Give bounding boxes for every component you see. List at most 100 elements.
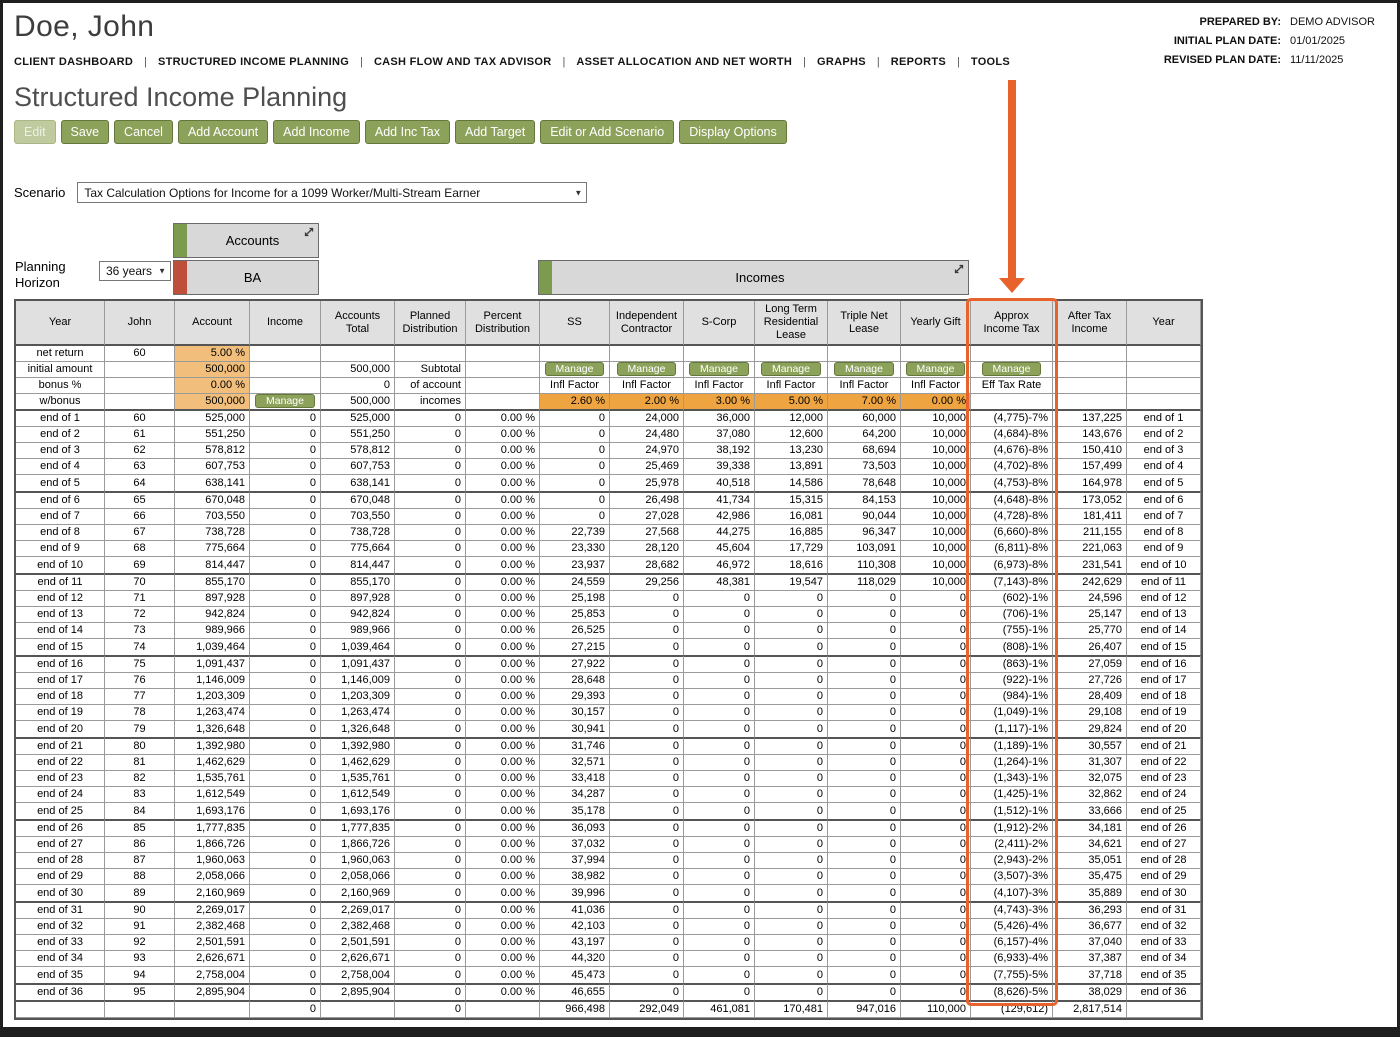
cell-yearly-gift: 10,000 <box>901 573 971 591</box>
cell-long-term-residential-lease: 0 <box>755 901 828 919</box>
manage-ss-button[interactable]: Manage <box>545 362 605 376</box>
infl-factor-long-term-residential-lease-cell[interactable]: 5.00 % <box>755 394 828 411</box>
cell-planned-distribution: 0 <box>395 475 466 491</box>
cell-yearly-gift: 0 <box>901 853 971 869</box>
infl-factor-independent-contractor-cell[interactable]: 2.00 % <box>610 394 684 411</box>
cell-income: 0 <box>250 411 321 427</box>
cell-after-tax-income: 27,059 <box>1053 655 1127 673</box>
cell-year: end of 5 <box>16 475 105 491</box>
manage-income-button[interactable]: Manage <box>255 394 315 408</box>
cancel-button[interactable]: Cancel <box>114 120 173 144</box>
display-options-button[interactable]: Display Options <box>679 120 787 144</box>
cell-account: 2,758,004 <box>175 967 250 983</box>
cell-year: end of 26 <box>16 819 105 837</box>
cell-percent-distribution: 0.00 % <box>466 475 540 491</box>
manage-triple-net-lease-button[interactable]: Manage <box>834 362 894 376</box>
cell-after-tax-income: 25,147 <box>1053 607 1127 623</box>
cell-percent-distribution: 0.00 % <box>466 837 540 853</box>
expand-icon[interactable] <box>953 263 965 275</box>
initial-amount-cell[interactable]: 500,000 <box>175 362 250 378</box>
cell-yearly-gift: 10,000 <box>901 459 971 475</box>
col-percent-distribution: Percent Distribution <box>466 301 540 346</box>
planning-horizon-select[interactable]: 36 years ▼ <box>99 261 171 281</box>
cell-percent-distribution <box>466 1000 540 1018</box>
expand-icon[interactable] <box>303 226 315 238</box>
add-income-button[interactable]: Add Income <box>273 120 360 144</box>
cell-independent-contractor: 27,568 <box>610 525 684 541</box>
cell-income: 0 <box>250 509 321 525</box>
cell-ss: 966,498 <box>540 1000 610 1018</box>
table-row: end of 18771,203,30901,203,30900.00 %29,… <box>16 689 1201 705</box>
cell-long-term-residential-lease: 16,081 <box>755 509 828 525</box>
scenario-select[interactable]: Tax Calculation Options for Income for a… <box>77 182 587 203</box>
nav-item-client-dashboard[interactable]: CLIENT DASHBOARD <box>14 56 133 68</box>
cell-year-right: end of 26 <box>1127 819 1201 837</box>
add-account-button[interactable]: Add Account <box>178 120 268 144</box>
cell-year: end of 2 <box>16 427 105 443</box>
cell-year-right: end of 34 <box>1127 951 1201 967</box>
cell-year: end of 6 <box>16 491 105 509</box>
cell-s-corp: 0 <box>684 639 755 655</box>
cell: Manage <box>971 362 1053 378</box>
bonus-rate-cell[interactable]: 0.00 % <box>175 378 250 394</box>
save-button[interactable]: Save <box>61 120 110 144</box>
nav-item-tools[interactable]: TOOLS <box>971 56 1010 68</box>
infl-factor-s-corp-cell[interactable]: 3.00 % <box>684 394 755 411</box>
cell-income: 0 <box>250 427 321 443</box>
cell-year: end of 3 <box>16 443 105 459</box>
manage-independent-contractor-button[interactable]: Manage <box>617 362 677 376</box>
cell-accounts-total: 1,960,063 <box>321 853 395 869</box>
add-target-button[interactable]: Add Target <box>455 120 535 144</box>
infl-factor-ss-cell[interactable]: 2.60 % <box>540 394 610 411</box>
nav-item-cash-flow-and-tax-advisor[interactable]: CASH FLOW AND TAX ADVISOR <box>374 56 552 68</box>
cell-year: end of 31 <box>16 901 105 919</box>
scenario-row: Scenario Tax Calculation Options for Inc… <box>14 182 1385 203</box>
cell-account: 2,501,591 <box>175 935 250 951</box>
cell <box>105 394 175 411</box>
nav-item-structured-income-planning[interactable]: STRUCTURED INCOME PLANNING <box>158 56 349 68</box>
infl-factor-triple-net-lease-cell[interactable]: 7.00 % <box>828 394 901 411</box>
cell-independent-contractor: 0 <box>610 639 684 655</box>
manage-s-corp-button[interactable]: Manage <box>689 362 749 376</box>
cell-accounts-total <box>321 1000 395 1018</box>
cell-year: end of 33 <box>16 935 105 951</box>
cell-year: end of 24 <box>16 787 105 803</box>
cell-triple-net-lease: 0 <box>828 803 901 819</box>
cell-account: 897,928 <box>175 591 250 607</box>
manage-approx-income-tax-button[interactable]: Manage <box>982 362 1042 376</box>
cell-john: 90 <box>105 901 175 919</box>
cell-after-tax-income: 27,726 <box>1053 673 1127 689</box>
cell-yearly-gift: 0 <box>901 837 971 853</box>
accounts-group-header: Accounts <box>173 223 319 258</box>
nav-item-graphs[interactable]: GRAPHS <box>817 56 866 68</box>
table-row: end of 17761,146,00901,146,00900.00 %28,… <box>16 673 1201 689</box>
cell-triple-net-lease: 103,091 <box>828 541 901 557</box>
table-row: end of 23821,535,76101,535,76100.00 %33,… <box>16 771 1201 787</box>
table-row: end of 16751,091,43701,091,43700.00 %27,… <box>16 655 1201 673</box>
cell-planned-distribution: 0 <box>395 1000 466 1018</box>
edit-or-add-scenario-button[interactable]: Edit or Add Scenario <box>540 120 674 144</box>
nav-item-reports[interactable]: REPORTS <box>891 56 946 68</box>
add-inc-tax-button[interactable]: Add Inc Tax <box>365 120 450 144</box>
manage-yearly-gift-button[interactable]: Manage <box>906 362 966 376</box>
infl-factor-yearly-gift-cell[interactable]: 0.00 % <box>901 394 971 411</box>
cell-yearly-gift: 0 <box>901 901 971 919</box>
cell-year: end of 20 <box>16 721 105 737</box>
manage-long-term-residential-lease-button[interactable]: Manage <box>761 362 821 376</box>
cell: Manage <box>901 362 971 378</box>
cell-triple-net-lease: 0 <box>828 967 901 983</box>
cell-triple-net-lease: 0 <box>828 951 901 967</box>
cell-independent-contractor: 0 <box>610 919 684 935</box>
cell-income: 0 <box>250 919 321 935</box>
edit-button[interactable]: Edit <box>14 120 56 144</box>
nav-item-asset-allocation-and-net-worth[interactable]: ASSET ALLOCATION AND NET WORTH <box>576 56 792 68</box>
cell-long-term-residential-lease: 12,600 <box>755 427 828 443</box>
cell-long-term-residential-lease: 15,315 <box>755 491 828 509</box>
wbonus-amount-cell[interactable]: 500,000 <box>175 394 250 411</box>
setup-row-bonus: bonus % 0.00 % 0 of account Infl Factor … <box>16 378 1201 394</box>
cell-john: 63 <box>105 459 175 475</box>
cell-long-term-residential-lease: 0 <box>755 673 828 689</box>
cell-income: 0 <box>250 573 321 591</box>
net-return-rate-cell[interactable]: 5.00 % <box>175 346 250 362</box>
cell: Manage <box>755 362 828 378</box>
